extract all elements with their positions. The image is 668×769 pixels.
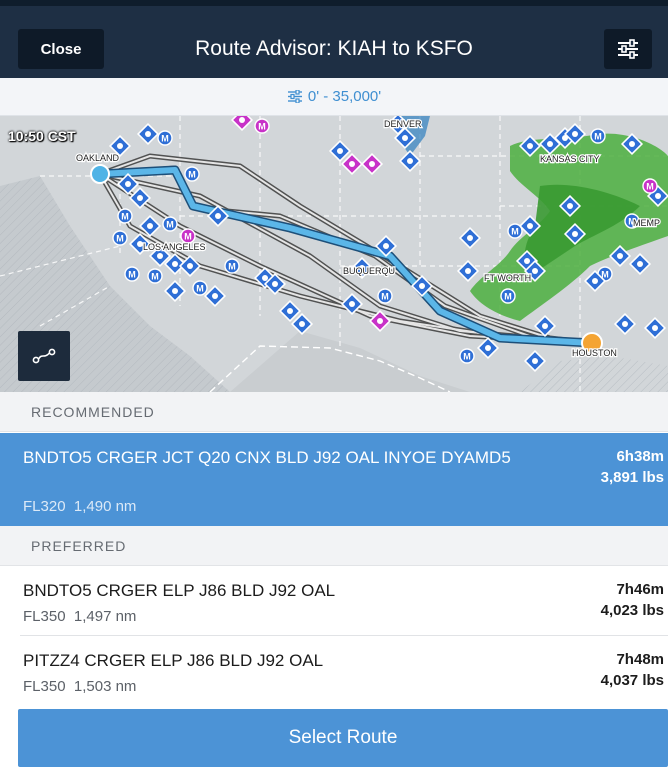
route-row-preferred[interactable]: PITZZ4 CRGER ELP J86 BLD J92 OAL FL350 1…: [0, 636, 668, 705]
map-label-oakland: OAKLAND: [76, 153, 120, 163]
select-route-button[interactable]: Select Route: [18, 709, 668, 767]
route-distance: 1,490 nm: [73, 498, 137, 515]
route-meta: FL320 1,490 nm: [23, 498, 136, 515]
header-bar: Close Route Advisor: KIAH to KSFO: [0, 6, 668, 78]
flight-level: FL320: [23, 498, 66, 515]
section-header-preferred: PREFERRED: [0, 526, 668, 566]
sliders-icon: [618, 39, 638, 59]
altitude-range-label: 0' - 35,000': [307, 88, 382, 105]
map-label-ft-worth: FT WORTH: [484, 273, 531, 283]
route-meta: FL350 1,503 nm: [23, 678, 136, 695]
route-fuel: 4,037 lbs: [600, 672, 664, 689]
map-canvas: M M: [0, 116, 668, 392]
flight-level: FL350: [23, 608, 66, 625]
route-settings-button[interactable]: [604, 29, 652, 69]
route-fuel: 4,023 lbs: [600, 602, 664, 619]
page-title: Route Advisor: KIAH to KSFO: [195, 37, 473, 60]
map-label-los-angeles: LOS ANGELES: [143, 242, 206, 252]
map-label-kansas-city: KANSAS CITY: [540, 154, 600, 164]
route-row-recommended[interactable]: BNDTO5 CRGER JCT Q20 CNX BLD J92 OAL INY…: [0, 433, 668, 526]
map-label-memphis: MEMP: [633, 218, 660, 228]
map-label-albuquerque: BUQUERQU: [343, 266, 395, 276]
route-toggle-button[interactable]: [18, 331, 70, 381]
route-meta: FL350 1,497 nm: [23, 608, 136, 625]
route-time: 7h46m: [616, 581, 664, 598]
footer: Select Route: [0, 705, 668, 769]
close-button[interactable]: Close: [18, 29, 104, 69]
map-timestamp: 10:50 CST: [8, 128, 76, 144]
route-name: PITZZ4 CRGER ELP J86 BLD J92 OAL: [23, 651, 324, 670]
route-distance: 1,503 nm: [73, 678, 137, 695]
route-name: BNDTO5 CRGER JCT Q20 CNX BLD J92 OAL INY…: [23, 448, 511, 467]
route-fuel: 3,891 lbs: [600, 469, 664, 486]
section-header-recommended: RECOMMENDED: [0, 392, 668, 432]
altitude-filter[interactable]: 0' - 35,000': [0, 78, 668, 116]
map-label-denver: DENVER: [384, 119, 422, 129]
map-label-houston: HOUSTON: [572, 348, 617, 358]
route-icon: [32, 348, 56, 364]
route-map[interactable]: M M: [0, 116, 668, 392]
route-time: 7h48m: [616, 651, 664, 668]
route-row-preferred[interactable]: BNDTO5 CRGER ELP J86 BLD J92 OAL FL350 1…: [0, 566, 668, 636]
route-distance: 1,497 nm: [73, 608, 137, 625]
sliders-icon: [287, 90, 302, 103]
route-time: 6h38m: [616, 448, 664, 465]
route-name: BNDTO5 CRGER ELP J86 BLD J92 OAL: [23, 581, 336, 600]
flight-level: FL350: [23, 678, 66, 695]
